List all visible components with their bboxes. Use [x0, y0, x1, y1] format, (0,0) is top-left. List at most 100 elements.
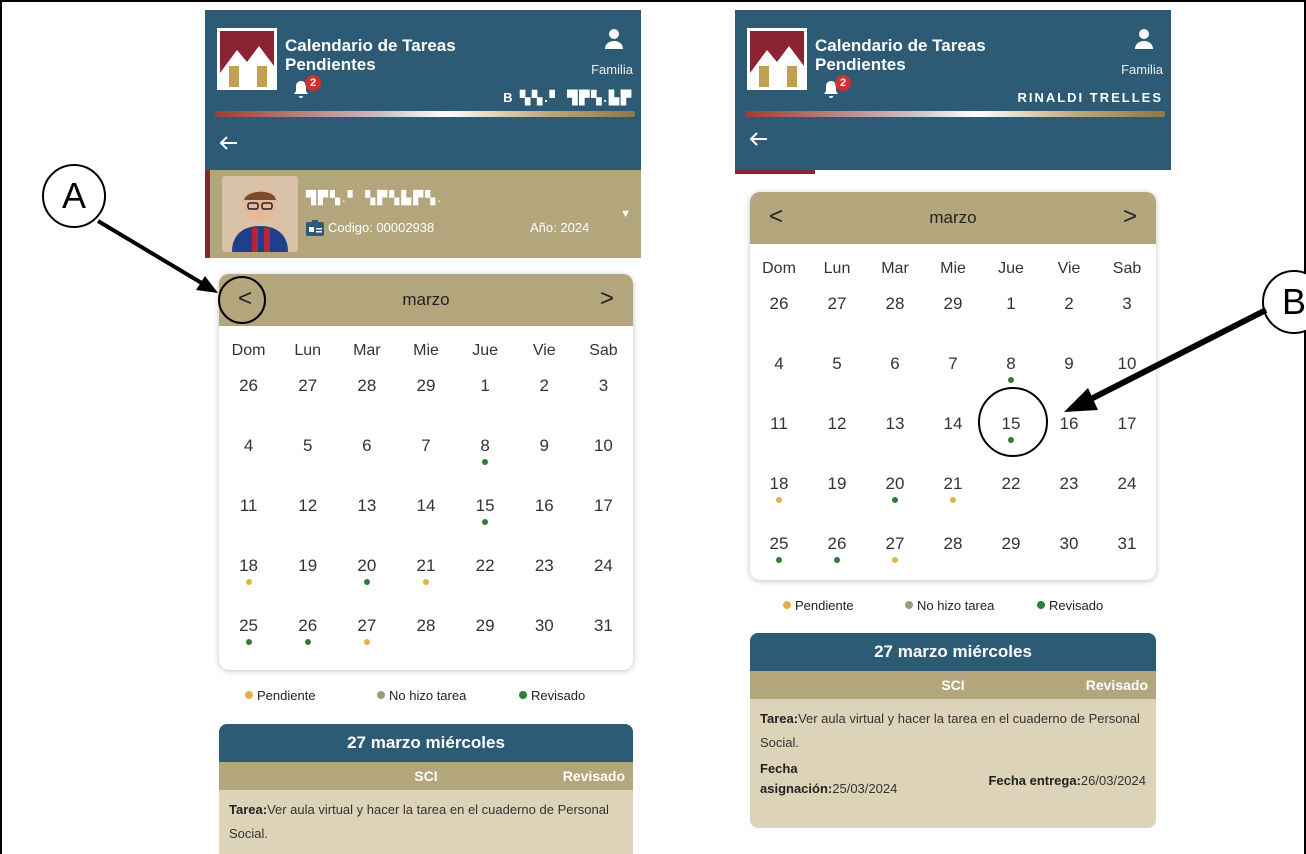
day-number: 13 — [885, 414, 905, 433]
calendar-day[interactable]: 10 — [574, 436, 632, 488]
calendar-day[interactable]: 31 — [1098, 534, 1156, 580]
back-arrow-icon[interactable] — [217, 132, 239, 154]
calendar-day[interactable]: 13 — [338, 496, 396, 548]
day-number: 22 — [475, 556, 495, 575]
calendar-day[interactable]: 17 — [1098, 414, 1156, 466]
day-number: 11 — [770, 414, 788, 433]
back-arrow-icon[interactable] — [747, 128, 769, 150]
calendar-day[interactable]: 4 — [220, 436, 278, 488]
calendar-day[interactable]: 11 — [750, 414, 808, 466]
calendar-day[interactable]: 19 — [279, 556, 337, 608]
status-dot-revisado — [834, 557, 840, 563]
weekday-label: Vie — [1057, 260, 1081, 277]
calendar-day[interactable]: 12 — [279, 496, 337, 548]
calendar-day[interactable]: 29 — [456, 616, 514, 668]
calendar-day[interactable]: 1 — [982, 294, 1040, 346]
calendar-day[interactable]: 27 — [279, 376, 337, 428]
dropdown-caret-icon[interactable]: ▼ — [620, 208, 631, 220]
calendar-day[interactable]: 7 — [924, 354, 982, 406]
calendar-day[interactable]: 28 — [338, 376, 396, 428]
calendar-day[interactable]: 25 — [220, 616, 278, 668]
calendar-day[interactable]: 27 — [338, 616, 396, 668]
day-number: 10 — [593, 436, 613, 455]
calendar-day[interactable]: 30 — [1040, 534, 1098, 580]
weekday-label: Mar — [881, 260, 909, 277]
calendar-day[interactable]: 15 — [456, 496, 514, 548]
calendar-day[interactable]: 2 — [1040, 294, 1098, 346]
student-card[interactable]: ▜▛▚.▘ ▚▛▚▙▛▚. Codigo: 00002938 Año: 2024… — [205, 170, 641, 258]
calendar-day[interactable]: 10 — [1098, 354, 1156, 406]
day-number: 12 — [827, 414, 847, 433]
day-number: 27 — [298, 376, 318, 395]
calendar-day[interactable]: 26 — [279, 616, 337, 668]
calendar-day[interactable]: 25 — [750, 534, 808, 580]
calendar-day[interactable]: 28 — [397, 616, 455, 668]
calendar-day[interactable]: 9 — [515, 436, 573, 488]
calendar-day[interactable]: 21 — [397, 556, 455, 608]
calendar-day[interactable]: 23 — [1040, 474, 1098, 526]
legend-pendiente: Pendiente — [245, 688, 316, 703]
calendar-day[interactable]: 26 — [750, 294, 808, 346]
calendar-day[interactable]: 4 — [750, 354, 808, 406]
day-number: 16 — [534, 496, 554, 515]
calendar-day[interactable]: 27 — [808, 294, 866, 346]
day-number: 28 — [357, 376, 377, 395]
day-number: 11 — [239, 496, 258, 515]
calendar-day[interactable]: 16 — [1040, 414, 1098, 466]
weekday-label: Mie — [940, 260, 966, 277]
calendar-day[interactable]: 3 — [574, 376, 632, 428]
calendar-day[interactable]: 26 — [808, 534, 866, 580]
calendar-day[interactable]: 6 — [866, 354, 924, 406]
calendar-day[interactable]: 8 — [456, 436, 514, 488]
day-number: 23 — [1059, 474, 1079, 493]
next-month-button[interactable]: > — [1114, 202, 1146, 234]
calendar-day[interactable]: 29 — [924, 294, 982, 346]
calendar-day[interactable]: 30 — [515, 616, 573, 668]
calendar-day[interactable]: 5 — [279, 436, 337, 488]
day-number: 29 — [1001, 534, 1021, 553]
calendar-day[interactable]: 14 — [924, 414, 982, 466]
next-month-button[interactable]: > — [591, 284, 623, 316]
day-number: 29 — [416, 376, 436, 395]
user-icon[interactable] — [1133, 28, 1155, 50]
calendar-day[interactable]: 31 — [574, 616, 632, 668]
calendar-day[interactable]: 24 — [574, 556, 632, 608]
calendar-day[interactable]: 16 — [515, 496, 573, 548]
calendar-day[interactable]: 18 — [220, 556, 278, 608]
calendar-day[interactable]: 3 — [1098, 294, 1156, 346]
user-icon[interactable] — [603, 28, 625, 50]
day-number: 21 — [416, 556, 436, 575]
calendar-day[interactable]: 18 — [750, 474, 808, 526]
calendar-day[interactable]: 6 — [338, 436, 396, 488]
calendar-day[interactable]: 19 — [808, 474, 866, 526]
calendar-day[interactable]: 5 — [808, 354, 866, 406]
calendar-day[interactable]: 11 — [220, 496, 278, 548]
legend-no-hizo: No hizo tarea — [905, 598, 994, 613]
calendar-day[interactable]: 28 — [924, 534, 982, 580]
calendar-day[interactable]: 24 — [1098, 474, 1156, 526]
calendar-day[interactable]: 9 — [1040, 354, 1098, 406]
calendar-day[interactable]: 2 — [515, 376, 573, 428]
calendar-day[interactable]: 26 — [220, 376, 278, 428]
calendar-day[interactable]: 17 — [574, 496, 632, 548]
decorative-divider — [745, 111, 1165, 117]
calendar-day[interactable]: 29 — [397, 376, 455, 428]
status-dot-pendiente — [892, 557, 898, 563]
task-status: Revisado — [1085, 677, 1148, 693]
calendar-day[interactable]: 14 — [397, 496, 455, 548]
calendar-day[interactable]: 7 — [397, 436, 455, 488]
calendar-day[interactable]: 23 — [515, 556, 573, 608]
calendar-day[interactable]: 13 — [866, 414, 924, 466]
calendar-day[interactable]: 22 — [982, 474, 1040, 526]
calendar-day[interactable]: 12 — [808, 414, 866, 466]
calendar-day[interactable]: 29 — [982, 534, 1040, 580]
calendar-day[interactable]: 22 — [456, 556, 514, 608]
calendar-day[interactable]: 28 — [866, 294, 924, 346]
calendar-day[interactable]: 27 — [866, 534, 924, 580]
calendar-day[interactable]: 21 — [924, 474, 982, 526]
calendar-day[interactable]: 20 — [866, 474, 924, 526]
calendar-day[interactable]: 20 — [338, 556, 396, 608]
weekday-label: Sab — [589, 342, 618, 359]
calendar-day[interactable]: 1 — [456, 376, 514, 428]
task-course-bar: SCI Revisado — [750, 671, 1156, 699]
